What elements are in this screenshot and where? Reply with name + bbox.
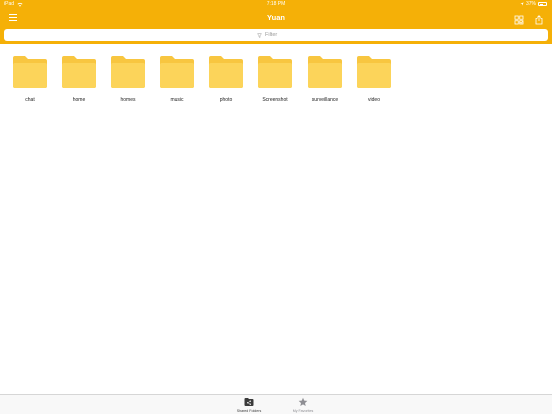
folder-label: surveillance	[311, 97, 339, 103]
folder-icon	[111, 56, 145, 88]
folder-icon	[209, 56, 243, 88]
folder-label: chat	[25, 97, 35, 103]
folder-icon	[160, 56, 194, 88]
folder-label: home	[72, 97, 86, 103]
folder-item-music[interactable]: music	[157, 55, 197, 103]
folder-icon	[258, 56, 292, 88]
page-title: Yuan	[267, 13, 285, 22]
tab-label: Shared Folders	[236, 409, 262, 413]
folder-icon	[13, 56, 47, 88]
folder-label: homes	[120, 97, 136, 103]
filter-icon	[257, 33, 262, 38]
folder-item-chat[interactable]: chat	[10, 55, 50, 103]
filter-input[interactable]	[265, 32, 295, 38]
status-bar: iPad 7:18 PM 37%	[0, 0, 552, 9]
star-icon	[298, 397, 308, 406]
status-time: 7:18 PM	[266, 1, 286, 7]
folder-icon	[308, 56, 342, 88]
folder-label: Screenshot	[262, 97, 288, 103]
filter-bar	[0, 27, 552, 44]
folder-item-photo[interactable]: photo	[206, 55, 246, 103]
tab-shared-folders[interactable]: Shared Folders	[229, 397, 269, 413]
battery-icon	[538, 2, 547, 6]
share-icon	[535, 15, 543, 25]
folder-icon	[62, 56, 96, 88]
grid-select-icon	[514, 15, 524, 25]
nav-header: Yuan	[0, 9, 552, 27]
folder-item-homes[interactable]: homes	[108, 55, 148, 103]
bottom-tab-bar: Shared Folders My Favorites	[0, 394, 552, 414]
share-button[interactable]	[534, 12, 544, 25]
shared-folder-icon	[244, 398, 254, 406]
folder-label: music	[170, 97, 184, 103]
select-mode-button[interactable]	[514, 12, 524, 25]
tab-label: My Favorites	[292, 409, 314, 413]
status-right: 37%	[520, 1, 547, 7]
folder-label: video	[368, 97, 380, 103]
tab-my-favorites[interactable]: My Favorites	[283, 397, 323, 413]
folder-item-screenshot[interactable]: Screenshot	[255, 55, 295, 103]
folder-icon	[357, 56, 391, 88]
top-bar: iPad 7:18 PM 37% Yuan	[0, 0, 552, 27]
folder-item-home[interactable]: home	[59, 55, 99, 103]
app-window: iPad 7:18 PM 37% Yuan Filter chat home h…	[0, 0, 552, 414]
folder-item-surveillance[interactable]: surveillance	[305, 55, 345, 103]
folder-item-video[interactable]: video	[354, 55, 394, 103]
battery-percent: 37%	[525, 1, 536, 7]
filter-field[interactable]	[4, 29, 548, 41]
location-icon	[520, 2, 524, 6]
folder-label: photo	[219, 97, 233, 103]
